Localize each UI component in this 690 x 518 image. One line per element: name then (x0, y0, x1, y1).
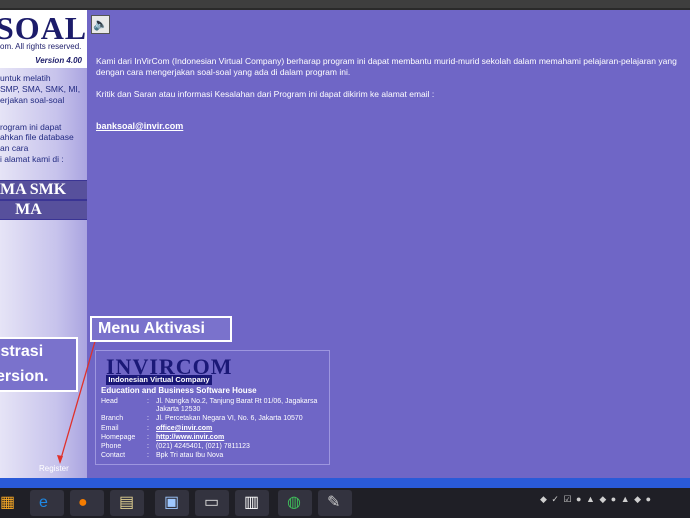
annotation-arrows (57, 336, 99, 464)
callout-menu-aktivasi: Menu Aktivasi (90, 316, 232, 342)
window-icon[interactable]: ▭ (204, 494, 219, 512)
globe-icon[interactable]: ◍ (287, 494, 301, 512)
callout-text: Menu Aktivasi (98, 320, 205, 337)
arrow-head (57, 455, 63, 464)
windows-icon[interactable]: ▦ (0, 494, 15, 512)
taskbar-strip (0, 478, 690, 488)
notepad-icon[interactable]: ▤ (119, 494, 134, 512)
documents-icon[interactable]: ▥ (244, 494, 259, 512)
callout-text: ersion. (0, 368, 49, 385)
internet-explorer-icon[interactable]: e (39, 494, 48, 512)
tools-icon[interactable]: ✎ (327, 494, 340, 512)
callout-text: istrasi (0, 343, 44, 360)
paint-icon[interactable]: ▣ (164, 494, 179, 512)
callout-registration: istrasi ersion. (0, 337, 78, 392)
firefox-icon[interactable]: ● (78, 494, 88, 512)
system-tray[interactable]: ◆ ✓ ☑ ● ▲ ◆ ● ▲ ◆ ● (540, 494, 652, 505)
